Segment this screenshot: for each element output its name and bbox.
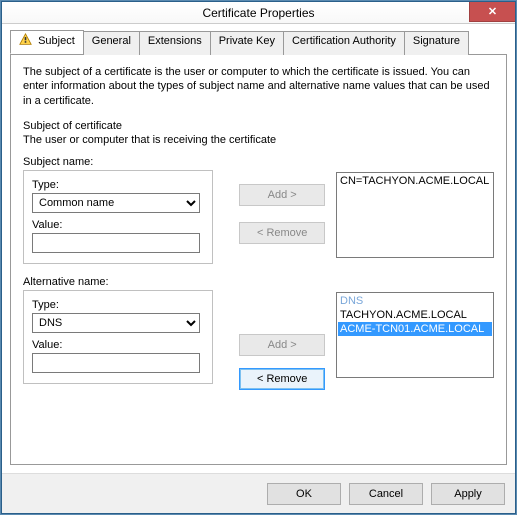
alt-name-group: Type: DNS Value: xyxy=(23,290,213,384)
tab-signature[interactable]: Signature xyxy=(404,31,469,55)
subject-value-input[interactable] xyxy=(32,233,200,253)
window-title: Certificate Properties xyxy=(2,6,515,20)
close-button[interactable]: ✕ xyxy=(469,2,515,22)
alt-value-input[interactable] xyxy=(32,353,200,373)
dialog-window: Certificate Properties ✕ Subject General… xyxy=(1,1,516,514)
subject-add-button[interactable]: Add > xyxy=(239,184,325,206)
tab-label: Private Key xyxy=(219,35,275,47)
tabstrip: Subject General Extensions Private Key C… xyxy=(10,30,507,54)
tab-label: Extensions xyxy=(148,35,202,47)
ok-button[interactable]: OK xyxy=(267,483,341,505)
alt-name-row: Type: DNS Value: Add > < Remove xyxy=(23,288,494,394)
value-label: Value: xyxy=(32,339,204,351)
tab-extensions[interactable]: Extensions xyxy=(139,31,211,55)
tab-label: General xyxy=(92,35,131,47)
alt-name-list[interactable]: DNS TACHYON.ACME.LOCAL ACME-TCN01.ACME.L… xyxy=(336,292,494,378)
type-label: Type: xyxy=(32,179,204,191)
tab-general[interactable]: General xyxy=(83,31,140,55)
tab-private-key[interactable]: Private Key xyxy=(210,31,284,55)
subject-name-label: Subject name: xyxy=(23,156,494,168)
tab-label: Subject xyxy=(38,35,75,47)
subject-name-list[interactable]: CN=TACHYON.ACME.LOCAL xyxy=(336,172,494,258)
subject-name-row: Type: Common name Value: Add > < Remove xyxy=(23,168,494,264)
tab-label: Signature xyxy=(413,35,460,47)
content-area: Subject General Extensions Private Key C… xyxy=(2,24,515,473)
list-item[interactable]: ACME-TCN01.ACME.LOCAL xyxy=(338,322,492,336)
section-title: Subject of certificate xyxy=(23,120,494,132)
tab-subject[interactable]: Subject xyxy=(10,30,84,54)
type-label: Type: xyxy=(32,299,204,311)
titlebar: Certificate Properties ✕ xyxy=(2,2,515,24)
list-item[interactable]: CN=TACHYON.ACME.LOCAL xyxy=(338,174,492,188)
warning-icon xyxy=(19,33,32,49)
alt-type-select[interactable]: DNS xyxy=(32,313,200,333)
subject-remove-button[interactable]: < Remove xyxy=(239,222,325,244)
apply-button[interactable]: Apply xyxy=(431,483,505,505)
alt-add-button[interactable]: Add > xyxy=(239,334,325,356)
close-icon: ✕ xyxy=(488,5,497,18)
tab-label: Certification Authority xyxy=(292,35,396,47)
list-header: DNS xyxy=(338,294,492,308)
alt-remove-button[interactable]: < Remove xyxy=(239,368,325,390)
subject-description: The subject of a certificate is the user… xyxy=(23,65,494,108)
list-item[interactable]: TACHYON.ACME.LOCAL xyxy=(338,308,492,322)
subject-name-group: Type: Common name Value: xyxy=(23,170,213,264)
dialog-footer: OK Cancel Apply xyxy=(2,473,515,513)
tab-cert-authority[interactable]: Certification Authority xyxy=(283,31,405,55)
alt-name-label: Alternative name: xyxy=(23,276,494,288)
tab-panel-subject: The subject of a certificate is the user… xyxy=(10,54,507,465)
cancel-button[interactable]: Cancel xyxy=(349,483,423,505)
subject-type-select[interactable]: Common name xyxy=(32,193,200,213)
section-subtitle: The user or computer that is receiving t… xyxy=(23,134,494,146)
value-label: Value: xyxy=(32,219,204,231)
